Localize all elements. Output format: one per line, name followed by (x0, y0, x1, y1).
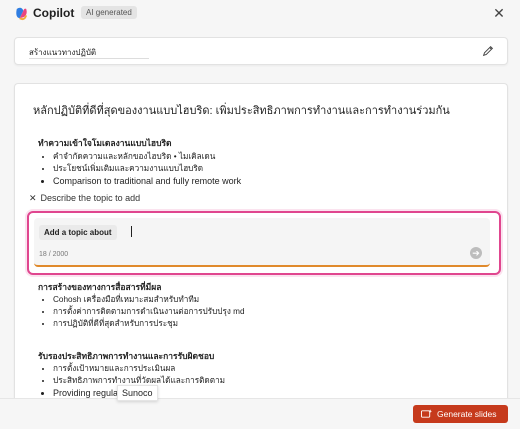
header: Copilot AI generated ✕ (0, 0, 520, 30)
bullet-item[interactable]: ประโยชน์เพิ่มเติมและความงานแบบไฮบริด (53, 163, 241, 175)
text-caret (131, 226, 132, 237)
generate-slides-label: Generate slides (437, 409, 497, 419)
bullet-item[interactable]: Comparison to traditional and fully remo… (53, 175, 241, 187)
generate-slides-button[interactable]: Generate slides (413, 405, 508, 423)
bullet-item[interactable]: การตั้งค่าการติดตามการดำเนินงานต่อการปรั… (53, 306, 245, 318)
section-bullets: คำจำกัดความและหลักของไฮบริด • ไมเคิลเดน … (41, 151, 241, 187)
outline-card: หลักปฏิบัติที่ดีที่สุดของงานแบบไฮบริด: เ… (14, 83, 508, 429)
send-arrow-icon[interactable]: ➔ (470, 247, 482, 259)
section-bullets: Cohosh เครื่องมือที่เหมาะสมสำหรับทำทีม ก… (41, 294, 245, 330)
describe-topic-row: ✕ Describe the topic to add (29, 193, 140, 204)
character-counter: 18 / 2000 (39, 251, 69, 258)
bullet-item[interactable]: การปฏิบัติที่ดีที่สุดสำหรับการประชุม (53, 318, 245, 330)
section-heading[interactable]: ทำความเข้าใจโมเดลงานแบบไฮบริด (38, 136, 172, 150)
tooltip: Sunoco (117, 385, 158, 401)
title-card: สร้างแนวทางปฏิบัติ (14, 37, 508, 65)
title-underline (29, 58, 149, 59)
pencil-icon[interactable] (481, 44, 495, 58)
bullet-item[interactable]: คำจำกัดความและหลักของไฮบริด • ไมเคิลเดน (53, 151, 241, 163)
topic-input[interactable]: Add a topic about 18 / 2000 ➔ (34, 218, 490, 267)
app-title: Copilot (33, 6, 75, 20)
topic-prompt-box: Add a topic about 18 / 2000 ➔ (27, 211, 501, 275)
footer-bar: Generate slides (0, 398, 520, 429)
describe-topic-label: Describe the topic to add (40, 193, 141, 203)
copilot-logo-icon (16, 7, 28, 21)
slides-sparkle-icon (421, 409, 432, 418)
close-describe-icon[interactable]: ✕ (29, 193, 37, 204)
section-heading[interactable]: รับรองประสิทธิภาพการทำงานและการรับผิดชอบ (38, 349, 214, 363)
ai-generated-badge: AI generated (81, 6, 137, 19)
section-heading[interactable]: การสร้างของทางการสื่อสารที่มีผล (38, 280, 161, 294)
bullet-item[interactable]: การตั้งเป้าหมายและการประเมินผล (53, 363, 225, 375)
bullet-item[interactable]: Cohosh เครื่องมือที่เหมาะสมสำหรับทำทีม (53, 294, 245, 306)
topic-chip: Add a topic about (39, 225, 117, 240)
close-button[interactable]: ✕ (492, 6, 506, 20)
document-heading: หลักปฏิบัติที่ดีที่สุดของงานแบบไฮบริด: เ… (33, 105, 450, 117)
